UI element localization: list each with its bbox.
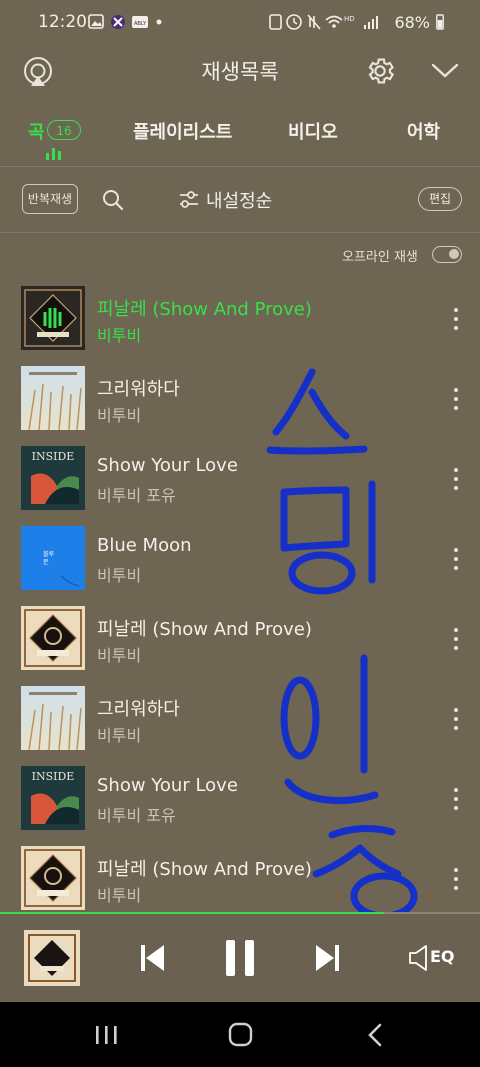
edit-button[interactable]: 편집 [418, 187, 462, 211]
album-art [21, 366, 85, 430]
svg-text:INSIDE: INSIDE [32, 450, 75, 463]
song-row[interactable]: 그리워하다비투비 [0, 678, 480, 758]
notification-icons: ABLY [88, 14, 162, 29]
song-artist: 비투비 [97, 886, 142, 905]
speaker-icon[interactable] [408, 944, 430, 972]
song-row[interactable]: 피날레 (Show And Prove) 비투비 [0, 278, 480, 358]
tab-videos[interactable]: 비디오 [288, 118, 338, 144]
repeat-button[interactable]: 반복재생 [22, 184, 78, 214]
album-art: INSIDE [21, 446, 85, 510]
more-options-icon[interactable] [446, 544, 466, 574]
battery-icon [436, 14, 444, 30]
song-artist: 비투비 [97, 326, 142, 345]
album-art [21, 606, 85, 670]
back-icon[interactable] [366, 1023, 384, 1047]
offline-toggle[interactable] [432, 246, 462, 263]
sort-label[interactable]: 내설정순 [206, 187, 272, 213]
svg-text:블루: 블루 [43, 551, 55, 558]
pause-icon[interactable] [224, 938, 256, 978]
more-options-icon[interactable] [446, 384, 466, 414]
song-artist: 비투비 [97, 726, 142, 745]
song-title: 피날레 (Show And Prove) [97, 859, 312, 880]
song-artist: 비투비 포유 [97, 486, 176, 505]
song-row[interactable]: INSIDE Show Your Love 비투비 포유 [0, 758, 480, 838]
more-options-icon[interactable] [446, 704, 466, 734]
song-artist: 비투비 포유 [97, 806, 176, 825]
equalizer-bars-icon [46, 148, 61, 160]
song-artist: 비투비 [97, 406, 142, 425]
song-title: 그리워하다 [97, 379, 180, 400]
song-count-badge: 16 [47, 120, 81, 140]
system-icons: HD [269, 14, 379, 30]
song-title: 피날레 (Show And Prove) [97, 619, 312, 640]
album-art [21, 286, 85, 350]
status-right: HD 68% [268, 12, 444, 32]
gear-icon[interactable] [364, 55, 396, 87]
svg-text:문: 문 [43, 559, 49, 566]
battery-percent: 68% [394, 12, 430, 32]
more-options-icon[interactable] [446, 784, 466, 814]
more-options-icon[interactable] [446, 464, 466, 494]
previous-track-icon[interactable] [138, 942, 168, 974]
svg-text:ABLY: ABLY [134, 21, 147, 27]
more-options-icon[interactable] [446, 304, 466, 334]
tab-playlists[interactable]: 플레이리스트 [133, 118, 232, 144]
song-title: 그리워하다 [97, 699, 180, 720]
song-row[interactable]: 그리워하다비투비 [0, 358, 480, 438]
next-track-icon[interactable] [312, 942, 342, 974]
chevron-down-icon[interactable] [430, 60, 460, 80]
tab-language[interactable]: 어학 [407, 118, 440, 144]
song-artist: 비투비 [97, 566, 142, 585]
album-art [21, 846, 85, 910]
offline-label: 오프라인 재생 [342, 250, 418, 265]
status-bar: 12:20 ABLY HD 68% [0, 0, 480, 44]
eq-button[interactable]: EQ [430, 947, 455, 966]
album-art: 블루 문 [21, 526, 85, 590]
song-row[interactable]: 블루 문 Blue Moon 비투비 [0, 518, 480, 598]
song-row[interactable]: 피날레 (Show And Prove) 비투비 [0, 598, 480, 678]
song-row[interactable]: INSIDE Show Your Love 비투비 포유 [0, 438, 480, 518]
page-title: 재생목록 [201, 60, 279, 84]
song-row[interactable]: 피날레 (Show And Prove) 비투비 [0, 838, 480, 918]
tab-songs[interactable]: 곡 [28, 118, 45, 144]
recent-apps-icon[interactable] [94, 1024, 120, 1046]
song-title: Show Your Love [97, 775, 238, 796]
more-options-icon[interactable] [446, 624, 466, 654]
song-title: Blue Moon [97, 535, 192, 556]
album-art: INSIDE [21, 766, 85, 830]
now-playing-album-art[interactable] [24, 930, 80, 986]
toolbar-divider [0, 232, 480, 233]
tabs-divider [0, 166, 480, 167]
home-icon[interactable] [228, 1022, 254, 1048]
song-title: Show Your Love [97, 455, 238, 476]
sort-settings-icon[interactable] [178, 190, 200, 210]
svg-text:HD: HD [344, 15, 355, 23]
more-options-icon[interactable] [446, 864, 466, 894]
search-icon[interactable] [102, 189, 124, 211]
song-title: 피날레 (Show And Prove) [97, 299, 312, 320]
status-time: 12:20 [38, 12, 87, 32]
svg-text:INSIDE: INSIDE [32, 770, 75, 783]
album-art [21, 686, 85, 750]
song-artist: 비투비 [97, 646, 142, 665]
